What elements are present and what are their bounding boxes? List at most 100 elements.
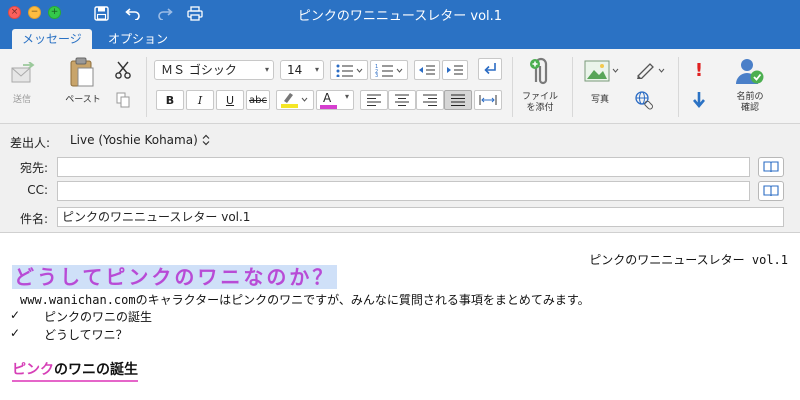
to-address-book-button[interactable] — [758, 157, 784, 177]
updown-chevron-icon — [202, 134, 210, 146]
bold-button[interactable]: B — [156, 90, 184, 110]
picture-label: 写真 — [590, 95, 609, 105]
italic-button[interactable]: I — [186, 90, 214, 110]
distribute-icon — [479, 95, 497, 105]
tab-options[interactable]: オプション — [98, 29, 178, 49]
strikethrough-button[interactable]: abc — [246, 90, 270, 110]
clipboard-icon — [70, 57, 94, 87]
attach-file-label-2: を添付 — [526, 103, 554, 113]
cc-address-book-button[interactable] — [758, 181, 784, 201]
checklist-item: ピンクのワニの誕生 — [44, 310, 153, 324]
from-value: Live (Yoshie Kohama) — [70, 133, 198, 147]
from-select[interactable]: Live (Yoshie Kohama) — [70, 133, 210, 147]
exclamation-icon: ! — [694, 59, 704, 81]
high-priority-button[interactable]: ! — [688, 59, 710, 81]
from-label: 差出人: — [9, 136, 50, 150]
title-bar: × − + ピンクのワニニュースレター vol.1 — [0, 0, 800, 26]
section-heading: ピンクのワニの誕生 — [12, 359, 138, 382]
tab-message[interactable]: メッセージ — [12, 29, 92, 49]
justify-icon — [451, 94, 465, 106]
intro-url: www.wanichan.com — [20, 293, 136, 307]
paste-label: ペースト — [65, 95, 101, 105]
ribbon-tab-bar: メッセージ オプション — [0, 26, 800, 49]
ribbon-separator — [572, 57, 573, 117]
distributed-button[interactable] — [474, 90, 502, 110]
person-check-icon — [736, 59, 764, 84]
copy-icon — [116, 92, 130, 108]
numbering-button[interactable]: 123 — [370, 60, 408, 80]
address-book-icon — [763, 161, 779, 173]
attach-file-button[interactable] — [522, 55, 558, 89]
link-button[interactable] — [632, 89, 656, 111]
align-left-icon — [367, 94, 381, 106]
bullets-button[interactable] — [330, 60, 368, 80]
send-button[interactable] — [8, 59, 36, 89]
align-right-button[interactable] — [416, 90, 444, 110]
ribbon-separator — [512, 57, 513, 117]
headline: どうしてピンクのワニなのか？ — [12, 265, 338, 289]
section-heading-rest: のワニの誕生 — [54, 362, 138, 378]
address-book-icon — [763, 185, 779, 197]
intro-paragraph: www.wanichan.comのキャラクターはピンクのワニですが、みんなに質問… — [20, 291, 590, 308]
picture-button[interactable] — [582, 57, 622, 85]
chevron-down-icon: ▾ — [344, 92, 349, 101]
justify-button[interactable] — [444, 90, 472, 110]
copy-button[interactable] — [112, 89, 134, 111]
intro-text: のキャラクターはピンクのワニですが、みんなに質問される事項をまとめてみます。 — [135, 293, 590, 307]
newsletter-title: ピンクのワニニュースレター vol.1 — [589, 253, 788, 267]
font-name-select[interactable]: ＭＳ ゴシック ▾ — [154, 60, 274, 80]
scissors-icon — [115, 61, 131, 79]
align-left-button[interactable] — [360, 90, 388, 110]
subject-field[interactable]: ピンクのワニニュースレター vol.1 — [57, 207, 784, 227]
align-right-icon — [423, 94, 437, 106]
paragraph-direction-button[interactable] — [478, 58, 502, 80]
cc-field[interactable] — [57, 181, 750, 201]
underline-button[interactable]: U — [216, 90, 244, 110]
check-names-label-1: 名前の — [736, 92, 764, 102]
to-label: 宛先: — [19, 161, 48, 175]
numbered-list-icon: 123 — [375, 64, 403, 77]
low-priority-button[interactable] — [688, 89, 710, 111]
to-field[interactable] — [57, 157, 750, 177]
indent-icon — [447, 65, 463, 75]
increase-indent-button[interactable] — [442, 60, 468, 80]
picture-icon — [584, 60, 619, 82]
send-icon — [11, 62, 35, 83]
highlighter-icon — [281, 93, 308, 108]
attach-file-label-1: ファイル — [521, 92, 558, 102]
outdent-icon — [419, 65, 435, 75]
font-size-value: 14 — [287, 63, 303, 77]
cc-label: CC: — [27, 183, 48, 197]
checklist-item: どうしてワニ？ — [44, 328, 128, 342]
align-center-icon — [395, 94, 409, 106]
check-mark-icon: ✓ — [10, 326, 21, 340]
cut-button[interactable] — [112, 59, 134, 81]
section-heading-pink: ピンク — [12, 362, 54, 378]
arrow-down-icon — [693, 92, 705, 109]
return-arrow-icon — [484, 63, 496, 75]
message-body[interactable]: ピンクのワニニュースレター vol.1 どうしてピンクのワニなのか？ www.w… — [0, 233, 800, 400]
align-center-button[interactable] — [388, 90, 416, 110]
font-color-button[interactable]: A ▾ — [316, 90, 354, 110]
paperclip-icon — [530, 57, 548, 85]
chevron-down-icon: ▾ — [264, 65, 269, 74]
ribbon-separator — [146, 57, 147, 117]
bulleted-list-icon — [336, 64, 363, 77]
paste-button[interactable] — [66, 55, 98, 89]
send-label: 送信 — [12, 95, 31, 105]
globe-link-icon — [635, 91, 653, 110]
subject-label: 件名: — [19, 212, 48, 226]
font-size-select[interactable]: 14 ▾ — [280, 60, 324, 80]
check-mark-icon: ✓ — [10, 308, 21, 322]
svg-text:3: 3 — [375, 73, 378, 77]
font-color-letter: A — [323, 91, 332, 105]
message-header: 差出人: Live (Yoshie Kohama) 宛先: CC: 件名: ピン… — [0, 124, 800, 232]
signature-button[interactable] — [632, 59, 668, 81]
font-color-swatch — [320, 105, 337, 109]
ribbon-separator — [678, 57, 679, 117]
pen-icon — [637, 63, 665, 79]
decrease-indent-button[interactable] — [414, 60, 440, 80]
window-title: ピンクのワニニュースレター vol.1 — [297, 9, 503, 24]
highlight-button[interactable] — [276, 90, 314, 110]
check-names-button[interactable] — [732, 55, 768, 87]
